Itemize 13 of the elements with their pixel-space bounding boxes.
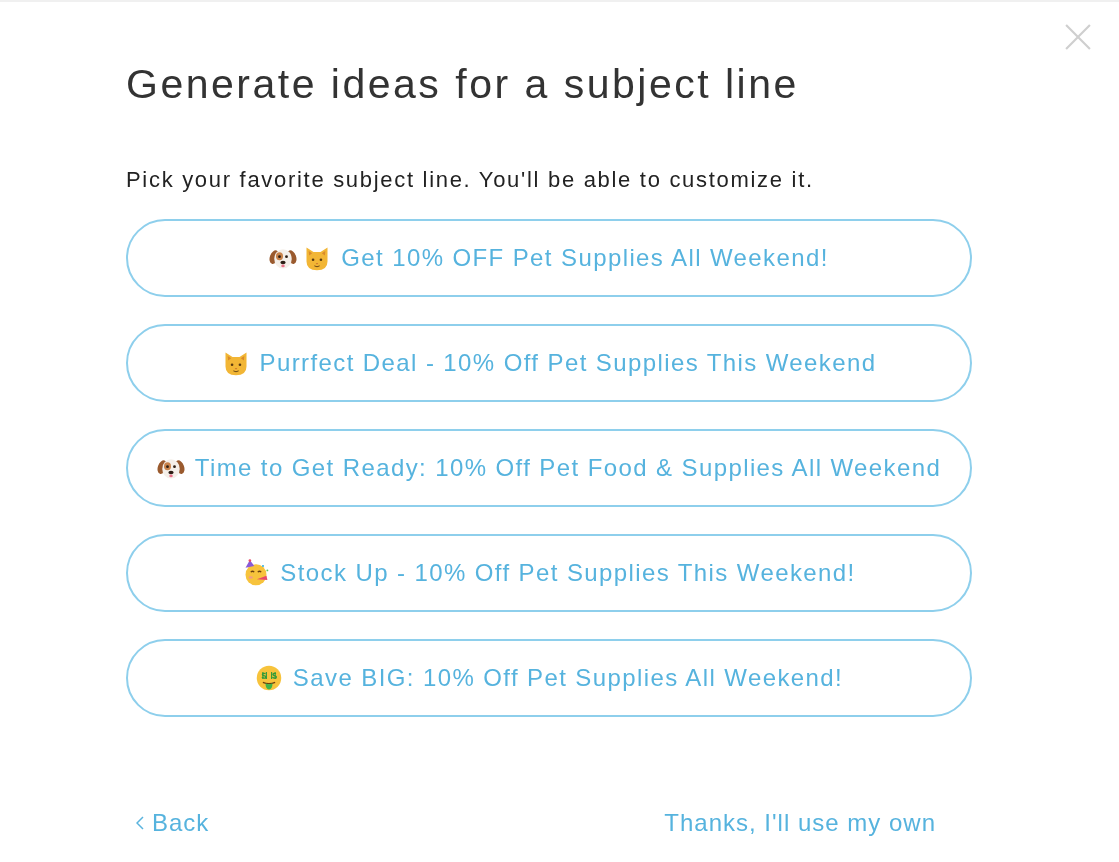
subject-line-option[interactable]: Time to Get Ready: 10% Off Pet Food & Supplies All Weekend <box>126 429 972 507</box>
money-mouth-face-icon <box>254 664 283 692</box>
back-link[interactable]: Back <box>136 809 210 837</box>
use-my-own-link[interactable]: Thanks, I'll use my own <box>664 809 936 837</box>
instruction-text: Pick your favorite subject line. You'll be able to customize it. <box>126 166 814 194</box>
chevron-left-icon <box>136 816 144 830</box>
close-icon <box>1065 24 1091 50</box>
subject-line-option[interactable]: Save BIG: 10% Off Pet Supplies All Weekend! <box>126 639 972 717</box>
subject-line-option[interactable]: Purrfect Deal - 10% Off Pet Supplies This Weekend <box>126 324 972 402</box>
subject-line-option[interactable]: Stock Up - 10% Off Pet Supplies This Weekend! <box>126 534 972 612</box>
close-button[interactable] <box>1065 24 1091 50</box>
dialog-title: Generate ideas for a subject line <box>126 60 799 109</box>
subject-line-option[interactable]: Get 10% OFF Pet Supplies All Weekend! <box>126 219 972 297</box>
